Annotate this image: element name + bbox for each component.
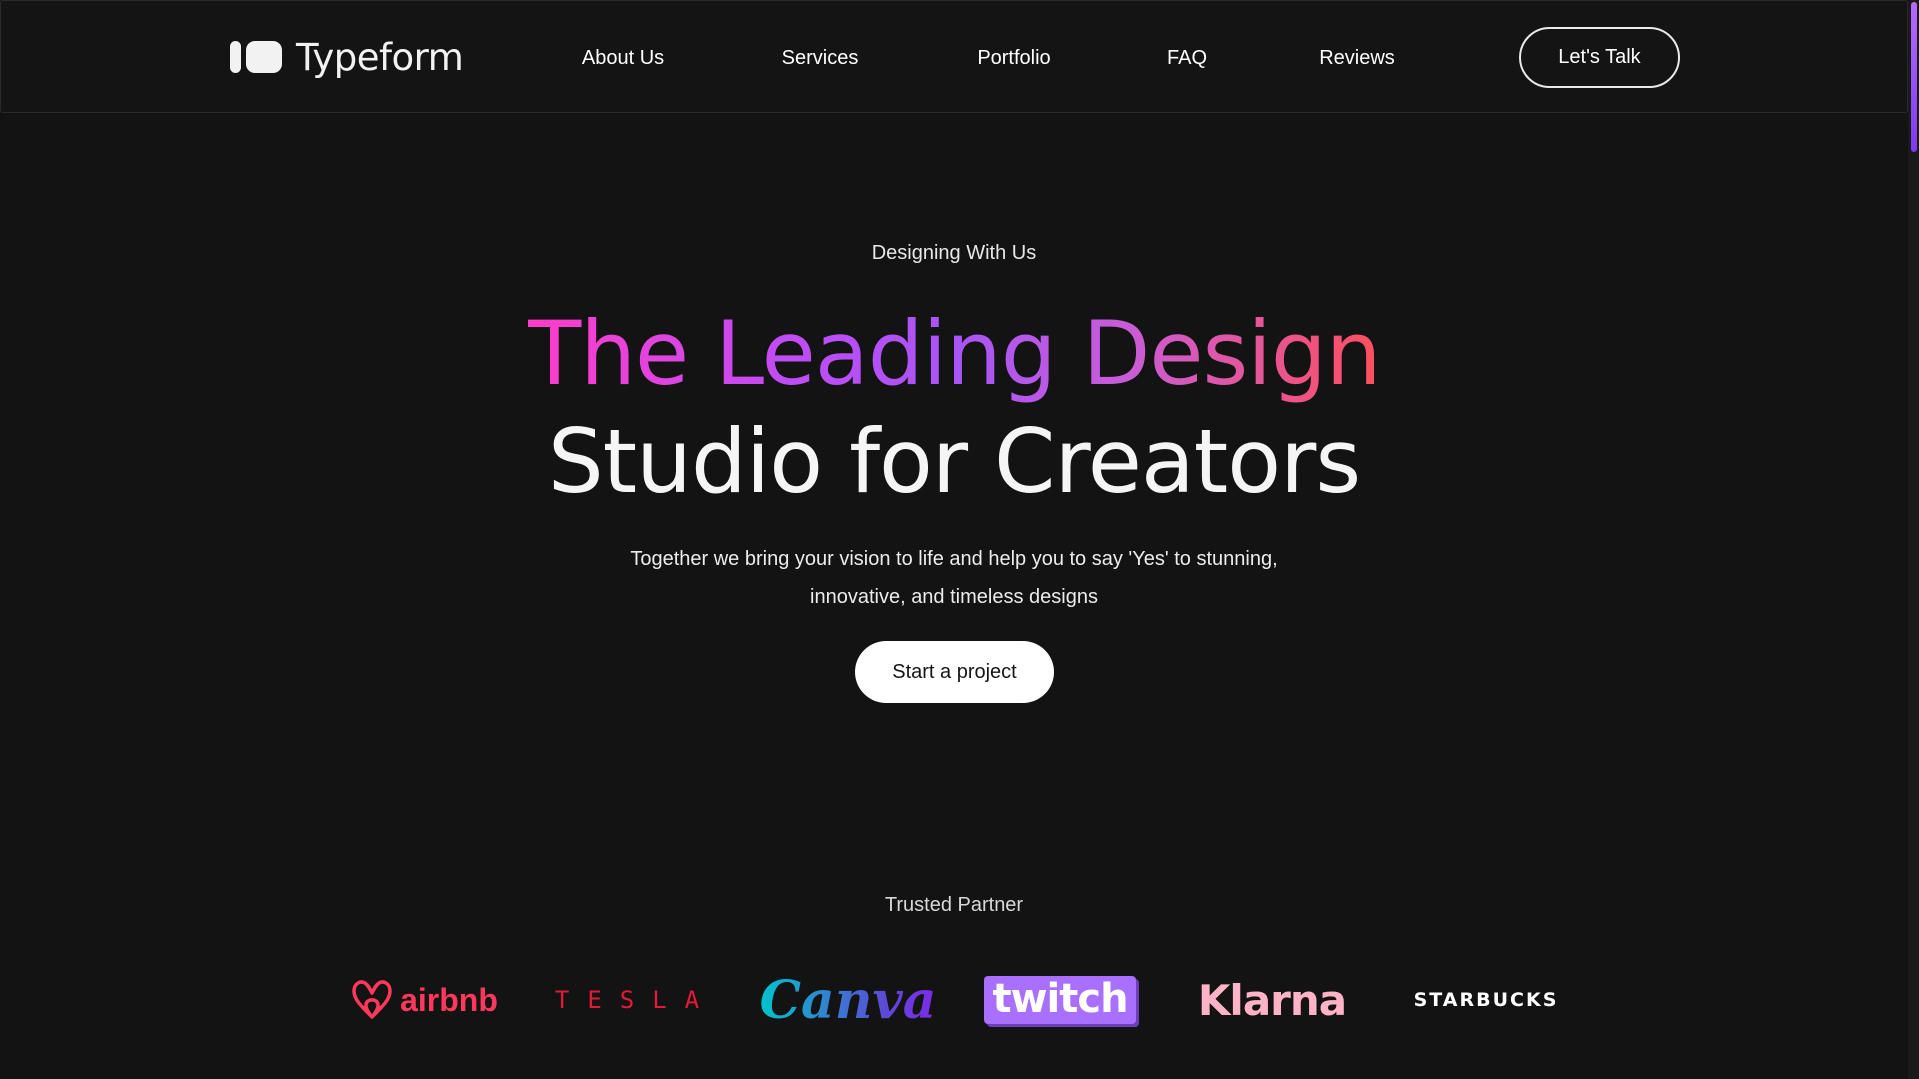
canva-wordmark: Canva <box>759 969 937 1031</box>
twitch-wordmark: twitch <box>984 976 1136 1024</box>
lets-talk-button[interactable]: Let's Talk <box>1519 27 1680 88</box>
twitch-logo: twitch <box>980 965 1140 1035</box>
hero-description-line-1: Together we bring your vision to life an… <box>630 548 1278 570</box>
brand-logo[interactable]: Typeform <box>230 34 464 80</box>
nav-services[interactable]: Services <box>782 41 859 75</box>
nav-faq[interactable]: FAQ <box>1167 41 1207 75</box>
landing-page: Typeform About Us Services Portfolio FAQ… <box>0 0 1919 1079</box>
starbucks-wordmark: STARBUCKS <box>1413 989 1559 1011</box>
tesla-wordmark: TESLA <box>554 986 718 1014</box>
start-project-button[interactable]: Start a project <box>855 641 1054 703</box>
nav-portfolio[interactable]: Portfolio <box>977 41 1050 75</box>
klarna-wordmark: Klarna <box>1197 975 1347 1025</box>
typeform-logo-icon <box>230 41 282 73</box>
scrollbar[interactable] <box>1908 0 1919 1079</box>
canva-logo: Canva <box>760 965 937 1035</box>
tesla-logo: TESLA <box>554 965 718 1035</box>
hero-description: Together we bring your vision to life an… <box>0 540 1908 616</box>
hero-headline: The Leading Design Studio for Creators <box>0 300 1908 516</box>
airbnb-wordmark: airbnb <box>400 981 498 1018</box>
headline-second-line: Studio for Creators <box>547 410 1361 513</box>
brand-name: Typeform <box>296 35 464 79</box>
site-header: Typeform About Us Services Portfolio FAQ… <box>0 0 1908 113</box>
airbnb-logo: airbnb <box>344 965 504 1035</box>
klarna-logo: Klarna <box>1192 965 1352 1035</box>
airbnb-icon <box>352 980 392 1019</box>
trusted-partner-label: Trusted Partner <box>884 894 1024 916</box>
nav-reviews[interactable]: Reviews <box>1319 41 1395 75</box>
starbucks-logo: STARBUCKS <box>1402 965 1570 1035</box>
hero-eyebrow: Designing With Us <box>871 242 1037 264</box>
headline-gradient-line: The Leading Design <box>528 300 1382 408</box>
hero-description-line-2: innovative, and timeless designs <box>810 586 1098 608</box>
nav-about-us[interactable]: About Us <box>582 41 664 75</box>
scrollbar-thumb[interactable] <box>1911 2 1917 152</box>
